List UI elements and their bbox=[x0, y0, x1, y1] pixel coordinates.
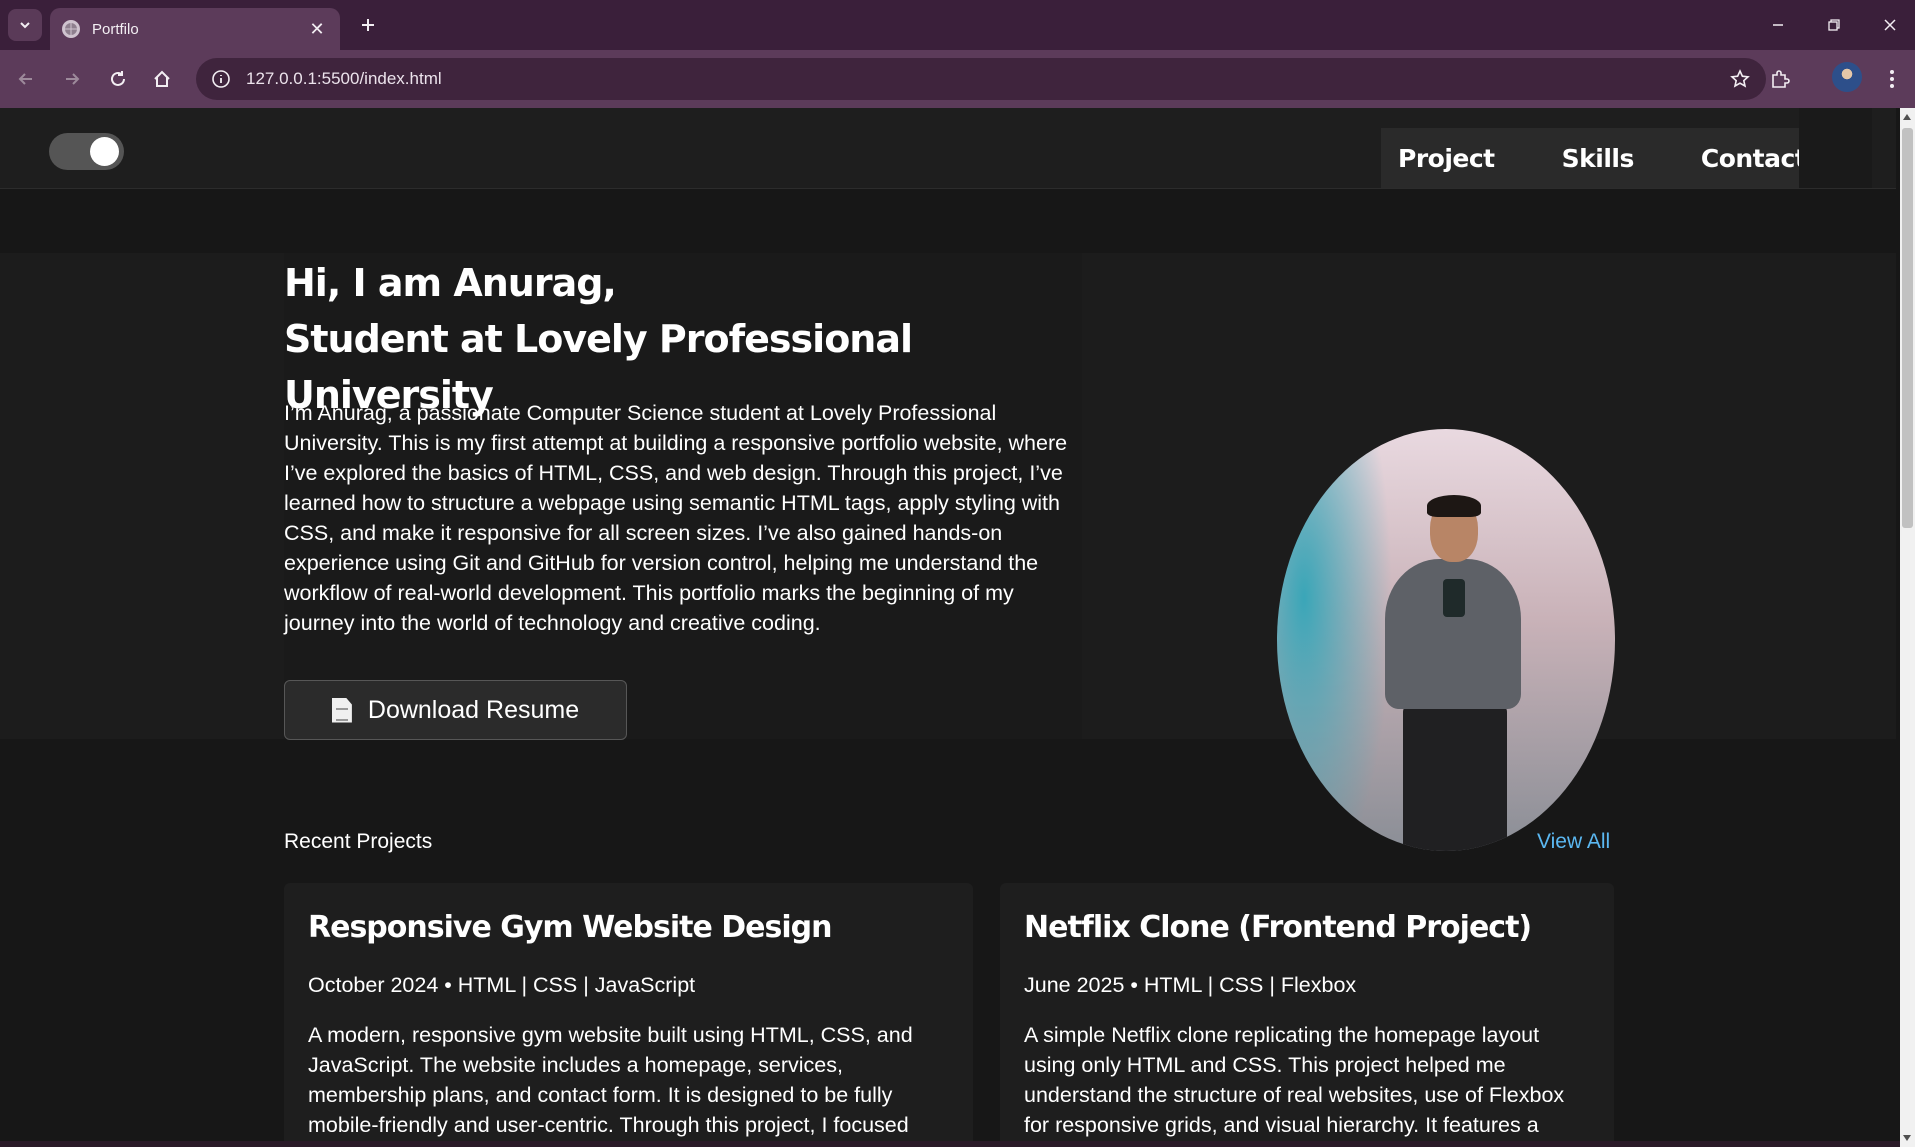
browser-tabbar: Portfilo ✕ bbox=[0, 0, 1915, 50]
project-title: Netflix Clone (Frontend Project) bbox=[1024, 910, 1532, 945]
reload-icon bbox=[111, 71, 125, 86]
photo-figure-hair bbox=[1427, 495, 1481, 517]
photo-phone bbox=[1443, 579, 1465, 617]
minimize-button[interactable] bbox=[1750, 0, 1806, 50]
minimize-icon bbox=[1773, 24, 1783, 26]
main-nav: Project Skills Contact bbox=[1381, 128, 1807, 188]
scroll-thumb[interactable] bbox=[1902, 128, 1913, 528]
close-window-button[interactable] bbox=[1862, 0, 1915, 50]
document-icon bbox=[331, 697, 352, 723]
recent-projects-heading: Recent Projects bbox=[284, 830, 433, 853]
photo-figure-legs bbox=[1403, 704, 1507, 851]
tab-title: Portfilo bbox=[92, 20, 139, 38]
arrow-left-icon bbox=[18, 73, 32, 85]
url-text[interactable]: 127.0.0.1:5500/index.html bbox=[246, 69, 1722, 89]
header-strip bbox=[1799, 108, 1872, 188]
menu-button[interactable] bbox=[1874, 61, 1910, 97]
download-resume-button[interactable]: Download Resume bbox=[284, 680, 627, 740]
nav-link-project[interactable]: Project bbox=[1398, 144, 1495, 173]
window-bottom-border bbox=[0, 1141, 1915, 1147]
hero-section: Hi, I am Anurag, Student at Lovely Profe… bbox=[0, 253, 1896, 851]
home-icon bbox=[154, 70, 170, 87]
reload-button[interactable] bbox=[100, 61, 136, 97]
tab-search-button[interactable] bbox=[8, 9, 42, 41]
hero-greeting: Hi, I am Anurag, bbox=[284, 261, 617, 305]
nav-link-contact[interactable]: Contact bbox=[1701, 144, 1807, 173]
hero-description: I’m Anurag, a passionate Computer Scienc… bbox=[284, 401, 1068, 635]
view-all-link[interactable]: View All bbox=[1537, 830, 1610, 854]
project-description: A simple Netflix clone replicating the h… bbox=[1024, 1023, 1565, 1137]
profile-photo bbox=[1277, 429, 1615, 851]
project-title: Responsive Gym Website Design bbox=[308, 910, 832, 945]
bookmark-star-icon[interactable] bbox=[1722, 61, 1758, 97]
project-meta: October 2024 • HTML | CSS | JavaScript bbox=[308, 973, 696, 997]
extensions-button[interactable] bbox=[1762, 61, 1798, 97]
chevron-down-icon bbox=[20, 22, 30, 29]
tab-close-button[interactable]: ✕ bbox=[306, 19, 328, 40]
plus-icon bbox=[362, 19, 374, 31]
site-info-icon[interactable] bbox=[208, 66, 234, 92]
project-meta: June 2025 • HTML | CSS | Flexbox bbox=[1024, 973, 1357, 997]
theme-toggle[interactable] bbox=[49, 133, 124, 170]
scroll-down-arrow-icon[interactable] bbox=[1903, 1135, 1911, 1141]
page-viewport: Project Skills Contact Hi, I am Anurag, … bbox=[0, 108, 1915, 1147]
project-card[interactable]: Netflix Clone (Frontend Project) June 20… bbox=[1000, 883, 1614, 1147]
globe-icon bbox=[62, 20, 80, 38]
new-tab-button[interactable] bbox=[352, 9, 384, 41]
forward-button[interactable] bbox=[54, 61, 90, 97]
restore-button[interactable] bbox=[1806, 0, 1862, 50]
home-button[interactable] bbox=[144, 61, 180, 97]
site-header: Project Skills Contact bbox=[0, 108, 1896, 189]
back-button[interactable] bbox=[8, 61, 44, 97]
browser-toolbar: 127.0.0.1:5500/index.html bbox=[0, 50, 1915, 108]
puzzle-icon bbox=[1772, 70, 1790, 88]
project-description: A modern, responsive gym website built u… bbox=[308, 1023, 913, 1137]
page-scrollbar[interactable] bbox=[1900, 108, 1915, 1147]
profile-avatar[interactable] bbox=[1832, 62, 1862, 92]
browser-tab[interactable]: Portfilo ✕ bbox=[50, 8, 340, 50]
download-resume-label: Download Resume bbox=[367, 695, 580, 724]
scroll-up-arrow-icon[interactable] bbox=[1903, 114, 1911, 120]
arrow-right-icon bbox=[66, 73, 80, 85]
project-card[interactable]: Responsive Gym Website Design October 20… bbox=[284, 883, 973, 1147]
restore-icon bbox=[1828, 19, 1840, 31]
nav-link-skills[interactable]: Skills bbox=[1562, 144, 1635, 173]
close-icon bbox=[1884, 19, 1896, 31]
address-bar[interactable]: 127.0.0.1:5500/index.html bbox=[196, 58, 1766, 100]
toggle-knob bbox=[90, 137, 119, 166]
more-vertical-icon bbox=[1890, 70, 1894, 88]
